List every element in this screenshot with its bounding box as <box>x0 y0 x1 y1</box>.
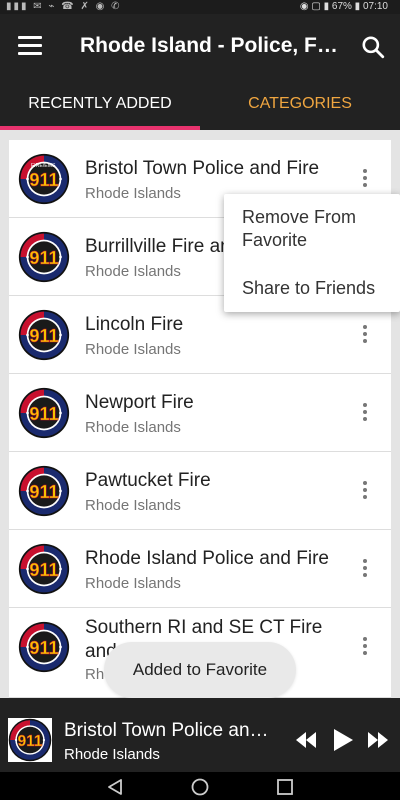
status-notification-icons: ▮▮▮ ✉ ⌁ ☎ ✗ ◉ ✆ <box>6 1 122 12</box>
station-logo-911: FIRE/EMS <box>18 153 70 205</box>
tab-categories[interactable]: CATEGORIES <box>200 80 400 130</box>
station-title: Newport Fire <box>85 392 194 413</box>
nav-back-icon[interactable] <box>106 778 124 796</box>
toast-message: Added to Favorite <box>104 642 296 698</box>
list-item[interactable]: Pawtucket Fire Rhode Islands <box>9 452 391 530</box>
station-title: Burrillville Fire and EMS <box>85 236 225 257</box>
search-icon[interactable] <box>360 34 386 60</box>
nav-home-icon[interactable] <box>191 778 209 796</box>
mini-player[interactable]: Bristol Town Police and Fire Rhode Islan… <box>0 698 400 772</box>
list-item[interactable]: Rhode Island Police and Fire Rhode Islan… <box>9 530 391 608</box>
menu-item-remove-from-favorite[interactable]: Remove From Favorite <box>242 206 392 252</box>
station-subtitle: Rhode Islands <box>85 575 181 592</box>
logo-ring-left: FIRE/EMS <box>31 163 56 169</box>
more-options-icon[interactable] <box>355 556 375 582</box>
more-options-icon[interactable] <box>355 166 375 192</box>
page-title: Rhode Island - Police, Fire & EMS <box>80 34 342 57</box>
nav-recents-icon[interactable] <box>276 778 294 796</box>
station-subtitle: Rhode Islands <box>85 419 181 436</box>
overflow-popup-menu: Remove From Favorite Share to Friends <box>224 194 400 312</box>
app-bar: Rhode Island - Police, Fire & EMS <box>0 14 400 80</box>
station-title: Bristol Town Police and Fire <box>85 158 320 179</box>
station-logo-911 <box>18 231 70 283</box>
station-logo-911 <box>18 621 70 673</box>
menu-item-share-to-friends[interactable]: Share to Friends <box>242 277 392 300</box>
more-options-icon[interactable] <box>355 400 375 426</box>
tab-bar: RECENTLY ADDED CATEGORIES <box>0 80 400 130</box>
player-station-logo <box>8 718 52 762</box>
tab-recently-added[interactable]: RECENTLY ADDED <box>0 80 200 130</box>
more-options-icon[interactable] <box>355 478 375 504</box>
station-logo-911 <box>18 465 70 517</box>
player-subtitle: Rhode Islands <box>64 746 160 763</box>
more-options-icon[interactable] <box>355 322 375 348</box>
station-logo-911 <box>18 543 70 595</box>
hamburger-menu-icon[interactable] <box>18 36 42 56</box>
station-subtitle: Rhode Islands <box>85 497 181 514</box>
status-bar: ▮▮▮ ✉ ⌁ ☎ ✗ ◉ ✆ ◉ ▢ ▮ 67% ▮ 07:10 <box>0 0 400 14</box>
list-item[interactable]: Newport Fire Rhode Islands <box>9 374 391 452</box>
fast-forward-icon[interactable] <box>366 730 390 750</box>
play-icon[interactable] <box>332 728 354 752</box>
rewind-icon[interactable] <box>294 730 318 750</box>
player-title: Bristol Town Police and Fire <box>64 720 276 741</box>
station-logo-911 <box>18 309 70 361</box>
station-subtitle: Rhode Islands <box>85 341 181 358</box>
status-system-info: ◉ ▢ ▮ 67% ▮ 07:10 <box>299 1 388 12</box>
station-title: Rhode Island Police and Fire <box>85 548 329 569</box>
system-navigation-bar <box>0 772 400 800</box>
station-title: Pawtucket Fire <box>85 470 211 491</box>
station-title: Lincoln Fire <box>85 314 184 335</box>
station-logo-911 <box>18 387 70 439</box>
more-options-icon[interactable] <box>355 634 375 660</box>
